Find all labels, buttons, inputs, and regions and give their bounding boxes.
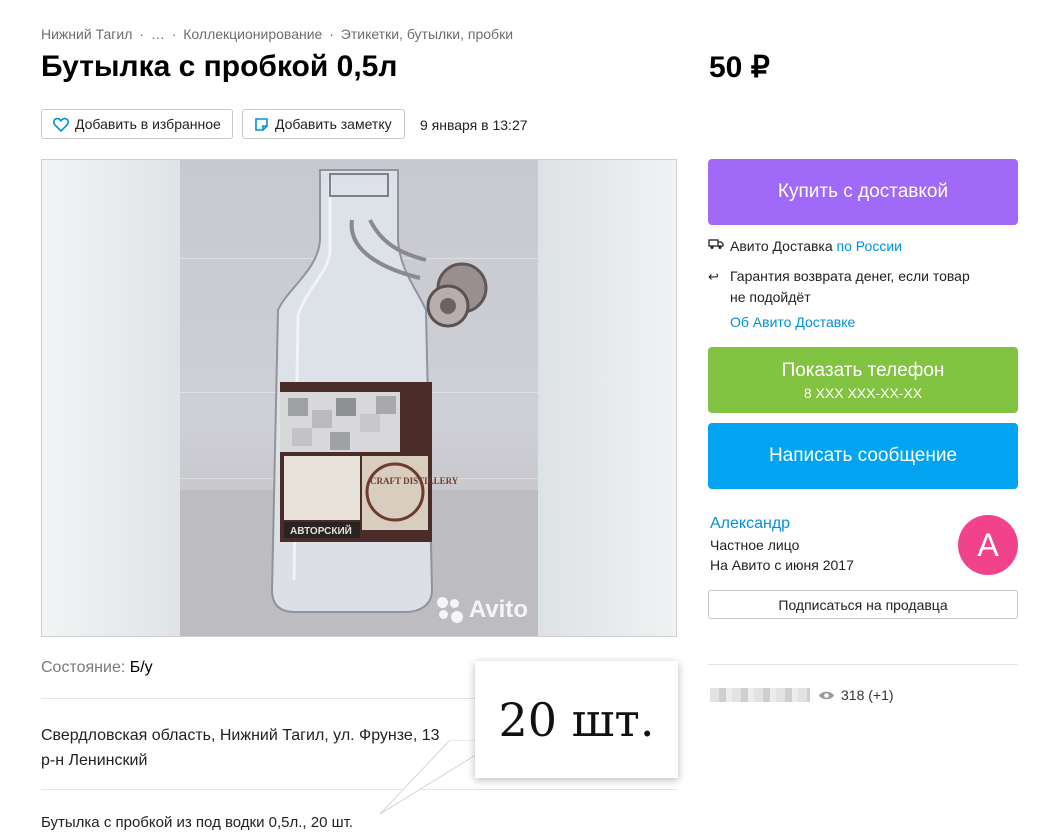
buy-with-delivery-button[interactable]: Купить с доставкой <box>708 159 1018 225</box>
heart-icon <box>53 117 69 132</box>
show-phone-label: Показать телефон <box>781 359 945 381</box>
avatar[interactable]: А <box>958 515 1018 575</box>
add-to-favorites-button[interactable]: Добавить в избранное <box>41 109 233 139</box>
condition-value: Б/у <box>129 659 153 676</box>
add-note-button[interactable]: Добавить заметку <box>242 109 405 139</box>
description: Бутылка с пробкой из под водки 0,5л., 20… <box>41 814 354 831</box>
delivery-scope-link[interactable]: по России <box>837 238 902 254</box>
avito-watermark: Avito <box>436 596 528 624</box>
view-counter: 318 (+1) <box>818 687 894 703</box>
breadcrumb-category[interactable]: Коллекционирование <box>183 26 322 42</box>
subscribe-seller-button[interactable]: Подписаться на продавца <box>708 590 1018 619</box>
delivery-service: Авито Доставка <box>730 238 833 254</box>
bottle-label-brand: CRAFT DISTILLERY <box>370 476 459 486</box>
breadcrumb-subcategory[interactable]: Этикетки, бутылки, пробки <box>341 26 513 42</box>
breadcrumb-separator: · <box>139 26 144 42</box>
breadcrumb-separator: · <box>171 26 177 42</box>
add-to-favorites-label: Добавить в избранное <box>75 116 221 132</box>
write-message-button[interactable]: Написать сообщение <box>708 423 1018 489</box>
breadcrumb-ellipsis[interactable]: … <box>151 26 165 42</box>
seller-since: На Авито с июня 2017 <box>710 557 854 573</box>
show-phone-button[interactable]: Показать телефон 8 XXX XXX-XX-XX <box>708 347 1018 413</box>
phone-masked: 8 XXX XXX-XX-XX <box>803 384 923 401</box>
delivery-info: Авито Доставка по России <box>708 238 902 254</box>
posted-date: 9 января в 13:27 <box>420 117 528 133</box>
avito-watermark-text: Avito <box>468 596 528 623</box>
bottle-label-text: АВТОРСКИЙ <box>290 524 352 537</box>
divider <box>41 789 677 790</box>
divider <box>708 664 1018 665</box>
breadcrumb-city[interactable]: Нижний Тагил <box>41 26 132 42</box>
truck-icon <box>708 238 730 253</box>
add-note-label: Добавить заметку <box>275 116 392 132</box>
about-delivery-link[interactable]: Об Авито Доставке <box>730 314 855 330</box>
breadcrumb: Нижний Тагил · … · Коллекционирование · … <box>41 26 513 42</box>
gallery-blur-left <box>42 160 180 636</box>
eye-icon <box>819 691 834 699</box>
quantity-callout: 20 шт. <box>475 661 678 778</box>
listing-price: 50 ₽ <box>709 51 770 84</box>
avito-logo-icon <box>436 597 463 623</box>
listing-photo[interactable]: АВТОРСКИЙ CRAFT DISTILLERY Avito <box>180 160 538 636</box>
note-icon <box>255 117 268 131</box>
photo-gallery[interactable]: АВТОРСКИЙ CRAFT DISTILLERY Avito <box>41 159 677 637</box>
listing-number-blurred <box>710 688 810 702</box>
listing-title: Бутылка с пробкой 0,5л <box>41 50 398 83</box>
breadcrumb-separator: · <box>329 26 334 42</box>
view-count: 318 (+1) <box>841 687 894 703</box>
bottle-image: АВТОРСКИЙ CRAFT DISTILLERY <box>180 169 538 636</box>
return-arrow-icon: ↩ <box>708 269 719 284</box>
seller-type: Частное лицо <box>710 537 800 553</box>
seller-name[interactable]: Александр <box>710 515 790 533</box>
condition-key: Состояние: <box>41 659 126 676</box>
guarantee-text: Гарантия возврата денег, если товар не п… <box>730 268 970 305</box>
condition: Состояние: Б/у <box>41 659 153 677</box>
guarantee-info: ↩ Гарантия возврата денег, если товар не… <box>708 266 1008 308</box>
gallery-blur-right <box>537 160 676 636</box>
